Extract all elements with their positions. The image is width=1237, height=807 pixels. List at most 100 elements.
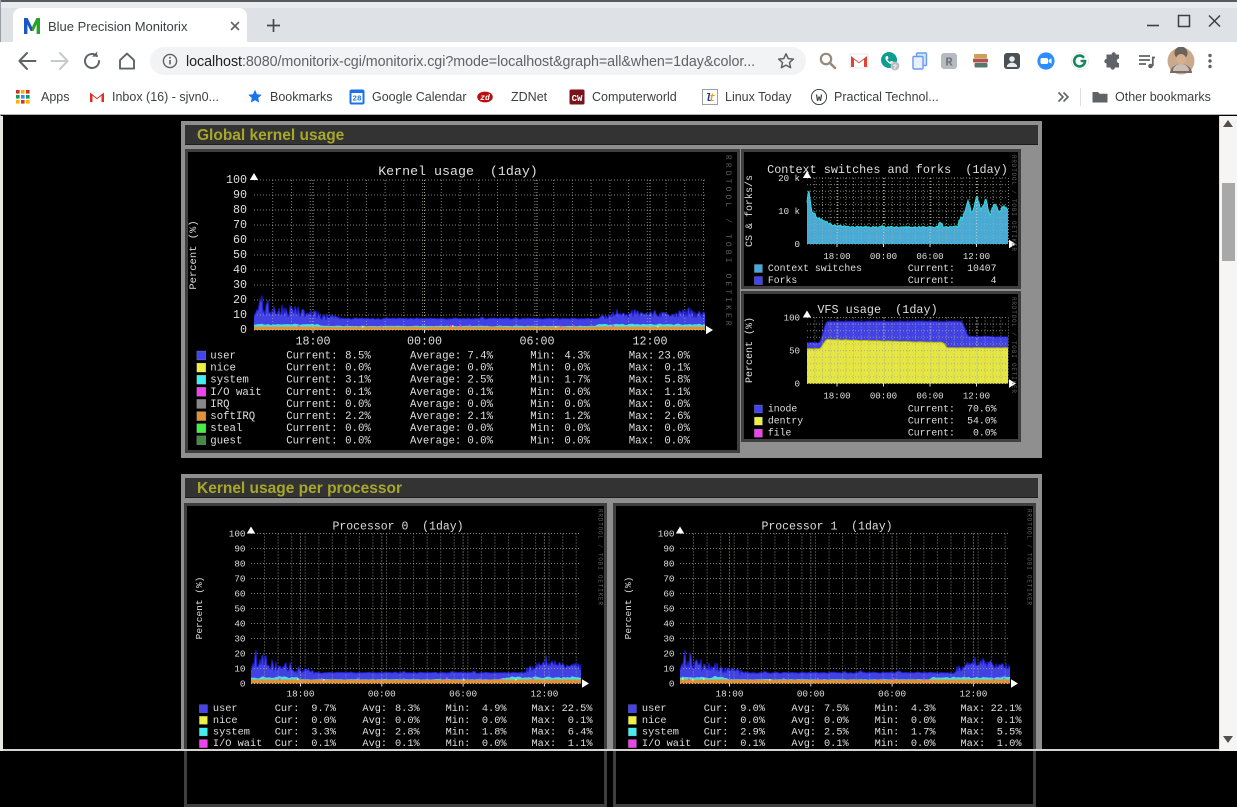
svg-text:10: 10 (234, 664, 245, 675)
svg-text:18:00: 18:00 (295, 335, 330, 349)
svg-text:Max:: Max: (532, 726, 557, 738)
svg-text:Max:: Max: (961, 703, 986, 715)
svg-text:Max:: Max: (532, 703, 557, 715)
svg-text:0.0%: 0.0% (482, 715, 508, 727)
svg-text:CW: CW (572, 94, 583, 104)
svg-text:Max:: Max: (629, 435, 655, 447)
svg-text:8.5%: 8.5% (345, 351, 371, 363)
svg-text:06:00: 06:00 (916, 391, 943, 402)
svg-text:Avg:: Avg: (362, 726, 387, 738)
svg-text:Min:: Min: (530, 423, 556, 435)
svg-text:Current:: Current: (908, 428, 955, 439)
svg-text:60: 60 (663, 589, 674, 600)
svg-text:9.0%: 9.0% (740, 703, 766, 715)
svg-text:40: 40 (233, 263, 247, 277)
svg-text:0: 0 (669, 679, 675, 690)
svg-text:Max:: Max: (532, 715, 557, 727)
svg-text:2.9%: 2.9% (740, 726, 766, 738)
svg-text:Min:: Min: (875, 715, 900, 727)
svg-text:4.9%: 4.9% (482, 703, 508, 715)
svg-text:18:00: 18:00 (823, 251, 850, 262)
svg-text:Average:: Average: (410, 351, 461, 363)
svg-text:Cur:: Cur: (275, 715, 300, 727)
svg-text:1.8%: 1.8% (482, 726, 508, 738)
svg-text:Avg:: Avg: (791, 726, 816, 738)
svg-text:user: user (642, 703, 667, 715)
svg-text:90: 90 (234, 544, 245, 555)
svg-text:Cur:: Cur: (275, 703, 300, 715)
svg-text:50: 50 (663, 604, 674, 615)
svg-text:8.3%: 8.3% (395, 703, 421, 715)
svg-text:60: 60 (233, 233, 247, 247)
svg-text:softIRQ: softIRQ (210, 411, 255, 423)
svg-text:10 k: 10 k (778, 206, 800, 217)
svg-text:Min:: Min: (446, 726, 471, 738)
svg-text:Average:: Average: (410, 435, 461, 447)
svg-text:18:00: 18:00 (823, 391, 850, 402)
svg-text:Current:: Current: (286, 351, 337, 363)
svg-text:0.0%: 0.0% (564, 399, 590, 411)
svg-text:18:00: 18:00 (716, 689, 744, 700)
svg-text:2.5%: 2.5% (467, 375, 493, 387)
svg-text:user: user (210, 351, 236, 363)
svg-text:0.0%: 0.0% (564, 387, 590, 399)
svg-text:Context switches and forks (1: Context switches and forks (1day) (767, 163, 1008, 177)
svg-text:R: R (945, 56, 953, 70)
svg-text:Percent (%): Percent (%) (188, 220, 200, 289)
svg-text:80: 80 (663, 559, 674, 570)
svg-text:0.0%: 0.0% (345, 435, 371, 447)
svg-text:10: 10 (233, 308, 247, 322)
svg-text:70.6%: 70.6% (967, 404, 997, 415)
svg-text:2.2%: 2.2% (345, 411, 371, 423)
svg-text:50: 50 (233, 248, 247, 262)
svg-text:Min:: Min: (530, 351, 556, 363)
svg-text:30: 30 (233, 278, 247, 292)
svg-text:40: 40 (663, 619, 674, 630)
svg-text:30: 30 (234, 634, 245, 645)
svg-text:4.3%: 4.3% (911, 703, 937, 715)
svg-text:5.5%: 5.5% (997, 726, 1023, 738)
svg-text:RRDTOOL / TOBI OETIKER: RRDTOOL / TOBI OETIKER (723, 155, 732, 329)
svg-text:Cur:: Cur: (704, 715, 729, 727)
svg-text:Processor 0 (1day): Processor 0 (1day) (332, 521, 463, 534)
svg-text:2.5%: 2.5% (824, 726, 850, 738)
svg-text:Min:: Min: (530, 363, 556, 375)
svg-text:Forks: Forks (768, 275, 798, 286)
svg-text:Max:: Max: (961, 715, 986, 727)
svg-text:22.5%: 22.5% (562, 703, 594, 715)
svg-text:0: 0 (240, 679, 246, 690)
svg-text:Current:: Current: (286, 435, 337, 447)
svg-text:Kernel usage (1day): Kernel usage (1day) (378, 164, 538, 179)
svg-text:50: 50 (789, 346, 800, 357)
svg-text:steal: steal (210, 423, 242, 435)
svg-text:0.0%: 0.0% (467, 435, 493, 447)
svg-text:file: file (768, 428, 792, 439)
svg-text:Average:: Average: (410, 387, 461, 399)
svg-text:zd: zd (480, 94, 490, 103)
svg-text:1.7%: 1.7% (911, 726, 937, 738)
svg-text:Max:: Max: (629, 363, 655, 375)
svg-text:Max:: Max: (629, 351, 655, 363)
svg-text:20 k: 20 k (778, 173, 800, 184)
svg-text:Current:: Current: (286, 375, 337, 387)
svg-text:nice: nice (642, 715, 667, 727)
svg-text:W: W (816, 93, 823, 105)
svg-text:Min:: Min: (530, 411, 556, 423)
svg-text:RRDTOOL / TOBI OETIKER: RRDTOOL / TOBI OETIKER (1026, 509, 1033, 606)
svg-text:100: 100 (784, 313, 800, 324)
svg-text:VFS usage (1day): VFS usage (1day) (817, 303, 937, 317)
svg-text:0.0%: 0.0% (740, 715, 766, 727)
svg-text:0: 0 (795, 379, 800, 390)
svg-text:0.1%: 0.1% (664, 363, 690, 375)
svg-text:Min:: Min: (446, 703, 471, 715)
svg-text:Avg:: Avg: (362, 715, 387, 727)
svg-text:0.1%: 0.1% (568, 715, 594, 727)
svg-text:Cur:: Cur: (275, 726, 300, 738)
svg-text:0.0%: 0.0% (311, 715, 337, 727)
svg-text:Max:: Max: (961, 726, 986, 738)
svg-text:20: 20 (234, 649, 245, 660)
svg-text:0: 0 (795, 239, 800, 250)
svg-text:100: 100 (226, 173, 247, 187)
svg-text:Max:: Max: (629, 375, 655, 387)
svg-text:70: 70 (233, 218, 247, 232)
